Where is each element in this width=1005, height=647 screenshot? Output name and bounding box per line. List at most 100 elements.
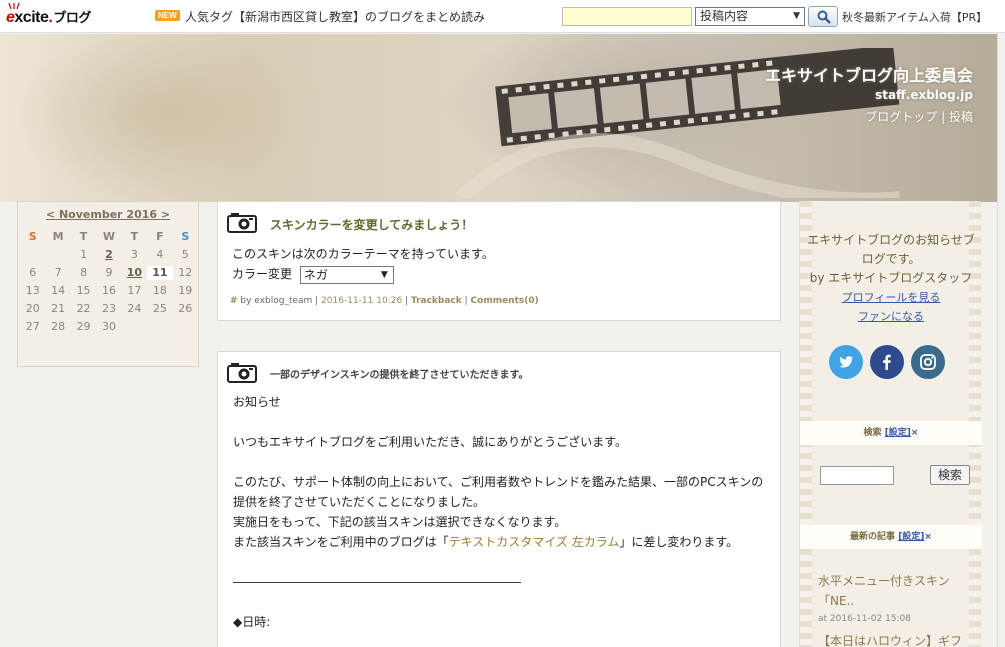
color-theme-value: ネガ — [303, 267, 328, 282]
profile-link[interactable]: プロフィールを見る — [800, 288, 982, 307]
search-heading-label: 検索 — [863, 428, 882, 438]
color-change-label: カラー変更 — [232, 267, 293, 281]
calendar-day: 29 — [76, 320, 91, 333]
post-card: スキンカラーを変更してみましょう！ このスキンは次のカラーテーマを持っています。… — [217, 201, 781, 321]
post-date-label: ◆日時: — [233, 615, 271, 629]
sidebar-search-input[interactable] — [820, 466, 894, 485]
calendar-month-nav[interactable]: < November 2016 > — [18, 202, 198, 221]
post-line: このたび、サポート体制の向上において、ご利用者数やトレンドを鑑みた結果、一部のP… — [233, 475, 764, 489]
calendar-day[interactable]: 2 — [96, 248, 121, 262]
close-icon[interactable]: × — [911, 428, 919, 438]
calendar-day — [147, 320, 172, 334]
calendar-day: 22 — [76, 302, 91, 315]
calendar-day: 15 — [76, 284, 91, 297]
blog-title[interactable]: エキサイトブログ向上委員会 — [765, 62, 973, 86]
blog-domain: staff.exblog.jp — [875, 88, 973, 102]
blog-nav: ブログトップ | 投稿 — [865, 108, 973, 125]
recent-post-link[interactable]: 【本日はハロウィン】ギフト.. — [818, 631, 978, 647]
calendar-day: 11 — [147, 266, 173, 280]
blog-header: エキサイトブログ向上委員会 staff.exblog.jp ブログトップ | 投… — [0, 34, 997, 202]
post-body: このスキンは次のカラーテーマを持っています。 カラー変更 ネガ ▼ — [232, 244, 494, 284]
calendar-day: 26 — [178, 302, 193, 315]
calendar-day: 19 — [178, 284, 193, 297]
post-text: また該当スキンをご利用中のブログは「 — [233, 535, 449, 549]
calendar-day: 18 — [152, 284, 167, 297]
recent-post-link[interactable]: 水平メニュー付きスキン「NE.. — [818, 571, 978, 611]
post-card: 一部のデザインスキンの提供を終了させていただきます。 お知らせ いつもエキサイト… — [217, 351, 781, 647]
calendar-widget: < November 2016 > S M T W T F S 1 2 3 4 5 6 7 8 9 10 11 12… — [17, 201, 199, 367]
search-icon — [817, 10, 831, 24]
popular-tag-link[interactable]: 人気タグ【新潟市西区貸し教室】のブログをまとめ読み — [185, 8, 485, 25]
calendar-day: 30 — [101, 320, 116, 333]
search-scope-value: 投稿内容 — [700, 9, 749, 23]
logo-blog: ブログ — [53, 10, 91, 25]
profile-description: エキサイトブログのお知らせブログです。 — [807, 233, 975, 266]
search-scope-select[interactable]: 投稿内容 ▼ — [695, 7, 805, 26]
post-text: 」に差し変わります。 — [619, 535, 739, 549]
post-paragraph: お知らせ — [233, 395, 281, 409]
recent-heading-label: 最新の記事 — [850, 532, 896, 542]
instagram-icon — [920, 354, 936, 370]
permalink[interactable]: # — [230, 296, 238, 306]
color-change-row: カラー変更 ネガ ▼ — [232, 264, 494, 284]
comments-link[interactable]: Comments(0) — [471, 296, 539, 306]
calendar-day: 23 — [101, 302, 116, 315]
post-link[interactable]: 投稿 — [949, 110, 973, 124]
post-date[interactable]: 2016-11-11 10:26 — [321, 296, 402, 306]
post-line: 提供を終了させていただくことになりました。 — [233, 495, 486, 509]
post-paragraph: このたび、サポート体制の向上において、ご利用者数やトレンドを鑑みた結果、一部のP… — [233, 472, 763, 552]
scrollbar[interactable] — [997, 33, 1005, 647]
calendar-day: 17 — [127, 284, 142, 297]
calendar-day: 6 — [29, 266, 37, 279]
settings-link[interactable]: [設定] — [885, 428, 911, 438]
calendar-day: 24 — [127, 302, 142, 315]
fan-link[interactable]: ファンになる — [800, 307, 982, 326]
calendar-day: 8 — [80, 266, 88, 279]
post-title[interactable]: スキンカラーを変更してみましょう！ — [270, 216, 473, 233]
chevron-down-icon: ▼ — [380, 269, 388, 280]
facebook-button[interactable] — [870, 345, 904, 379]
calendar-day: 1 — [80, 248, 88, 261]
pr-link[interactable]: 秋冬最新アイテム入荷【PR】 — [842, 9, 987, 25]
close-icon[interactable]: × — [924, 532, 932, 542]
skin-link[interactable]: テキストカスタマイズ 左カラム — [449, 535, 620, 549]
calendar-day: 14 — [51, 284, 66, 297]
sidebar-search-button[interactable]: 検索 — [930, 465, 970, 485]
excite-blog-logo[interactable]: excite.ブログ — [6, 7, 91, 27]
calendar-dow: T — [79, 230, 88, 243]
meta-sep: | — [402, 296, 411, 306]
chevron-down-icon: ▼ — [793, 11, 800, 21]
calendar-dow: T — [130, 230, 139, 243]
calendar-dow: S — [181, 230, 190, 243]
search-input[interactable] — [562, 7, 692, 26]
logo-text: xcite — [14, 9, 49, 26]
calendar-day: 5 — [181, 248, 189, 261]
color-theme-select[interactable]: ネガ ▼ — [299, 265, 394, 284]
calendar-day: 12 — [178, 266, 193, 279]
post-line: 実施日をもって、下記の該当スキンは選択できなくなります。 — [233, 515, 567, 529]
calendar-dow: F — [156, 230, 164, 243]
calendar-day[interactable]: 10 — [122, 266, 147, 280]
post-divider: ―――――――――――――――――――――――― — [233, 575, 521, 589]
calendar-day — [45, 248, 70, 262]
calendar-day: 27 — [25, 320, 40, 333]
calendar-day — [20, 248, 45, 262]
twitter-button[interactable] — [829, 345, 863, 379]
camera-icon — [227, 213, 257, 233]
recent-posts-heading: 最新の記事 [設定]× — [800, 525, 982, 549]
calendar-day: 9 — [105, 266, 113, 279]
facebook-icon — [883, 354, 891, 370]
blog-top-link[interactable]: ブログトップ — [865, 110, 937, 124]
post-title[interactable]: 一部のデザインスキンの提供を終了させていただきます。 — [270, 366, 529, 381]
calendar-dow: M — [52, 230, 64, 243]
instagram-button[interactable] — [911, 345, 945, 379]
recent-posts-list: 水平メニュー付きスキン「NE.. at 2016-11-02 15:08 【本日… — [818, 571, 978, 647]
trackback-link[interactable]: Trackback — [411, 296, 462, 306]
calendar-day: 7 — [54, 266, 62, 279]
settings-link[interactable]: [設定] — [898, 532, 924, 542]
calendar-day: 28 — [51, 320, 66, 333]
search-button[interactable] — [808, 6, 838, 27]
profile-author: by エキサイトブログスタッフ — [809, 271, 973, 285]
post-author: by exblog_team | — [237, 296, 322, 306]
calendar-day: 21 — [51, 302, 66, 315]
